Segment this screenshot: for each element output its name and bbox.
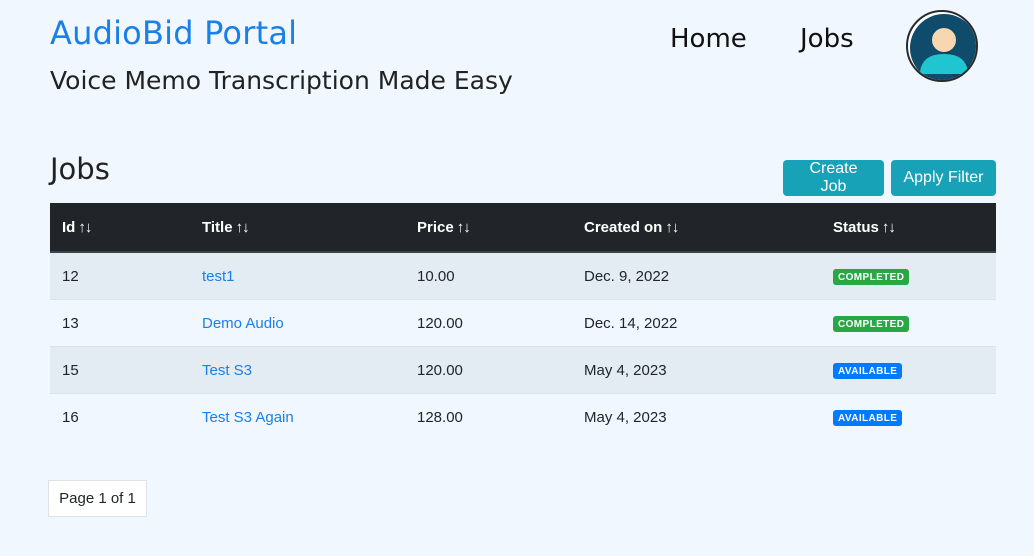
tagline: Voice Memo Transcription Made Easy <box>50 66 513 95</box>
page-title: Jobs <box>50 152 110 186</box>
cell-title: test1 <box>190 251 405 300</box>
job-title-link[interactable]: Test S3 <box>202 362 252 379</box>
sort-arrows-icon[interactable]: ↑↓ <box>236 219 250 236</box>
user-avatar-icon <box>910 14 976 80</box>
table-header-row: Id ↑↓ Title ↑↓ Price ↑↓ Created on ↑↓ Status… <box>50 203 996 253</box>
sort-arrows-icon[interactable]: ↑↓ <box>882 219 896 236</box>
brand-title[interactable]: AudioBid Portal <box>50 14 297 52</box>
cell-price: 120.00 <box>405 299 572 347</box>
cell-status: COMPLETED <box>821 251 996 300</box>
cell-id: 16 <box>50 393 190 440</box>
status-badge: COMPLETED <box>833 269 910 285</box>
cell-created: May 4, 2023 <box>572 393 821 440</box>
sort-arrows-icon[interactable]: ↑↓ <box>457 219 471 236</box>
jobs-table: Id ↑↓ Title ↑↓ Price ↑↓ Created on ↑↓ Status… <box>50 203 996 440</box>
pagination-info: Page 1 of 1 <box>48 480 147 517</box>
column-header-created[interactable]: Created on ↑↓ <box>572 203 821 253</box>
sort-arrows-icon[interactable]: ↑↓ <box>78 219 92 236</box>
cell-title: Test S3 <box>190 346 405 394</box>
table-row: 13 Demo Audio 120.00 Dec. 14, 2022 COMPL… <box>50 299 996 347</box>
cell-status: AVAILABLE <box>821 346 996 394</box>
status-badge: AVAILABLE <box>833 363 903 379</box>
column-header-price[interactable]: Price ↑↓ <box>405 203 572 253</box>
apply-filter-button[interactable]: Apply Filter <box>891 160 996 196</box>
column-header-status[interactable]: Status ↑↓ <box>821 203 996 253</box>
cell-title: Test S3 Again <box>190 393 405 440</box>
sort-arrows-icon[interactable]: ↑↓ <box>665 219 679 236</box>
cell-created: May 4, 2023 <box>572 346 821 394</box>
cell-status: COMPLETED <box>821 299 996 347</box>
table-row: 12 test1 10.00 Dec. 9, 2022 COMPLETED <box>50 251 996 300</box>
column-header-id[interactable]: Id ↑↓ <box>50 203 190 253</box>
create-job-button[interactable]: Create Job <box>783 160 884 196</box>
cell-id: 15 <box>50 346 190 394</box>
column-header-title[interactable]: Title ↑↓ <box>190 203 405 253</box>
cell-status: AVAILABLE <box>821 393 996 440</box>
cell-id: 12 <box>50 251 190 300</box>
nav-home-link[interactable]: Home <box>670 24 747 54</box>
job-title-link[interactable]: Demo Audio <box>202 315 284 332</box>
cell-id: 13 <box>50 299 190 347</box>
cell-created: Dec. 14, 2022 <box>572 299 821 347</box>
table-row: 16 Test S3 Again 128.00 May 4, 2023 AVAI… <box>50 393 996 440</box>
job-title-link[interactable]: test1 <box>202 268 235 285</box>
cell-created: Dec. 9, 2022 <box>572 251 821 300</box>
cell-price: 128.00 <box>405 393 572 440</box>
user-avatar-button[interactable] <box>906 10 978 82</box>
cell-title: Demo Audio <box>190 299 405 347</box>
cell-price: 120.00 <box>405 346 572 394</box>
status-badge: AVAILABLE <box>833 410 903 426</box>
nav-jobs-link[interactable]: Jobs <box>800 24 854 54</box>
job-title-link[interactable]: Test S3 Again <box>202 409 294 426</box>
status-badge: COMPLETED <box>833 316 910 332</box>
cell-price: 10.00 <box>405 251 572 300</box>
table-row: 15 Test S3 120.00 May 4, 2023 AVAILABLE <box>50 346 996 394</box>
